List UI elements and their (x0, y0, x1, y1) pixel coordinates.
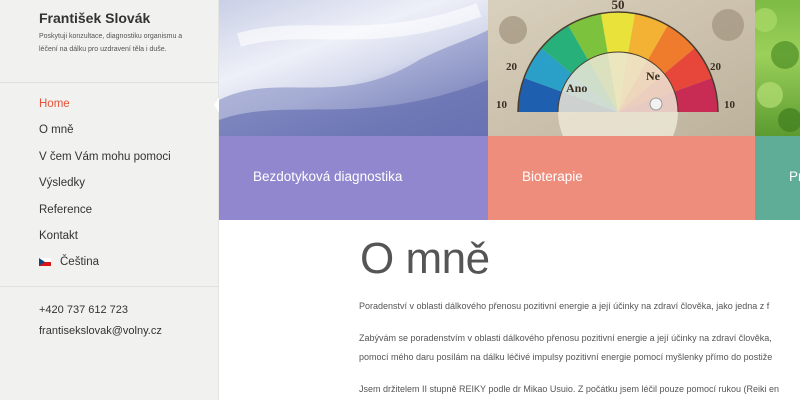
dial-number-bottom-right: 10 (724, 99, 736, 111)
tile-biotherapy-label[interactable]: Bioterapie (488, 136, 755, 220)
sidebar: František Slovák Poskytuji konzultace, d… (0, 0, 219, 400)
dial-number-right: 20 (710, 61, 722, 73)
tile-diagnostics-label[interactable]: Bezdotyková diagnostika (219, 136, 488, 220)
nav-item-contact[interactable]: Kontakt (39, 228, 171, 254)
nav-item-label: Reference (39, 203, 93, 216)
tile-image-biotherapy[interactable]: 50 Ano Ne 20 20 10 10 (488, 0, 755, 136)
nav-item-label: Čeština (60, 256, 99, 269)
site-description: Poskytuji konzultace, diagnostiku organi… (39, 33, 183, 53)
nav-item-home[interactable]: Home (39, 96, 171, 122)
contact-email[interactable]: frantisekslovak@volny.cz (39, 325, 162, 337)
dial-word-right: Ne (646, 69, 661, 83)
nav-item-label: Kontakt (39, 229, 78, 242)
tile-image-third[interactable] (755, 0, 800, 136)
service-tiles: 50 Ano Ne 20 20 10 10 Bezdotyková diagno… (219, 0, 800, 220)
page-title: O mně (360, 234, 490, 283)
nav-item-services[interactable]: V čem Vám mohu pomoci (39, 149, 171, 175)
dial-number-bottom-left: 10 (496, 99, 508, 111)
tile-label-text: Bezdotyková diagnostika (253, 169, 403, 184)
content-paragraph: Jsem držitelem II stupně REIKY podle dr … (359, 384, 780, 394)
tile-label-text: Pr (789, 169, 800, 184)
nav-item-label: Home (39, 98, 70, 110)
leaves-image (755, 8, 800, 132)
nav-item-about[interactable]: O mně (39, 122, 171, 148)
tile-label-text: Bioterapie (522, 169, 583, 184)
abstract-waves-image (219, 3, 488, 136)
nav-item-label: V čem Vám mohu pomoci (39, 150, 171, 163)
nav-item-language[interactable]: Čeština (39, 254, 171, 280)
nav-item-results[interactable]: Výsledky (39, 175, 171, 201)
sidebar-divider (0, 286, 219, 287)
rainbow-dial-image: 50 Ano Ne 20 20 10 10 (488, 0, 755, 136)
tile-third-label[interactable]: Pr (755, 136, 800, 220)
sidebar-divider (0, 82, 219, 83)
dial-number-top: 50 (612, 0, 625, 12)
content-line: Zabývám se poradenstvím v oblasti dálkov… (359, 333, 772, 343)
site-title[interactable]: František Slovák (39, 10, 150, 26)
main-navigation: Home O mně V čem Vám mohu pomoci Výsledk… (39, 96, 171, 281)
nav-item-label: Výsledky (39, 177, 86, 190)
tile-image-diagnostics[interactable] (219, 0, 488, 136)
content-paragraph: Zabývám se poradenstvím v oblasti dálkov… (359, 329, 800, 367)
content-paragraph: Poradenství v oblasti dálkového přenosu … (359, 301, 770, 311)
contact-phone[interactable]: +420 737 612 723 (39, 304, 128, 316)
nav-item-label: O mně (39, 124, 74, 137)
nav-item-references[interactable]: Reference (39, 202, 171, 228)
dial-number-left: 20 (506, 61, 518, 73)
czech-flag-icon (39, 258, 51, 267)
content-line: pomocí mého daru posílám na dálku léčivé… (359, 352, 773, 362)
dial-word-left: Ano (566, 81, 587, 95)
